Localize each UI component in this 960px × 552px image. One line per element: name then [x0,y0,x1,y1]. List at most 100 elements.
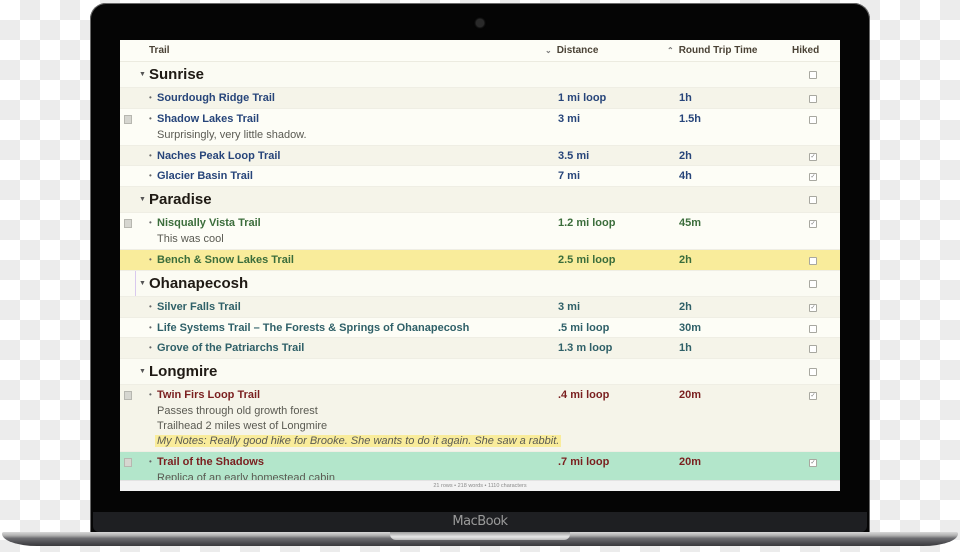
group-row-sunrise[interactable]: ▼ Sunrise [120,62,840,88]
trail-time: 45m [679,217,702,229]
column-header-hiked[interactable]: Hiked [792,45,819,56]
bullet-icon: • [149,323,152,332]
hiked-checkbox[interactable] [809,368,817,376]
laptop-chin: MacBook [93,512,867,532]
hiked-checkbox-checked[interactable]: ✓ [809,392,817,400]
trail-distance: 1.2 mi loop [558,217,616,229]
group-row-ohanapecosh[interactable]: ▼ Ohanapecosh [120,271,840,297]
note-icon[interactable] [124,115,132,124]
trail-time: 1h [679,92,692,104]
trail-distance: .4 mi loop [558,389,610,401]
my-notes[interactable]: My Notes: Really good hike for Brooke. S… [155,435,562,447]
hiked-checkbox[interactable] [809,116,817,124]
trail-name: Twin Firs Loop Trail [157,389,261,401]
disclosure-triangle-icon[interactable]: ▼ [139,196,146,203]
note-icon[interactable] [124,391,132,400]
group-row-longmire[interactable]: ▼ Longmire [120,359,840,385]
trail-distance: .5 mi loop [558,322,610,334]
bullet-icon: • [149,343,152,352]
trail-distance: 1.3 m loop [558,342,613,354]
bullet-icon: • [149,93,152,102]
disclosure-triangle-icon[interactable]: ▼ [139,280,146,287]
sort-descending-icon: ⌄ [545,46,552,55]
trail-row[interactable]: • Glacier Basin Trail 7 mi 4h ✓ [120,166,840,187]
trail-time: 2h [679,150,692,162]
group-title: Longmire [149,363,218,380]
trail-name: Naches Peak Loop Trail [157,150,281,162]
disclosure-triangle-icon[interactable]: ▼ [139,71,146,78]
trail-time: 1.5h [679,113,702,125]
group-row-paradise[interactable]: ▼ Paradise [120,187,840,213]
trail-time: 20m [679,456,702,468]
hiked-checkbox[interactable] [809,196,817,204]
trail-distance: 7 mi [558,170,581,182]
bullet-icon: • [149,114,152,123]
trail-distance: 3 mi [558,301,581,313]
trail-row[interactable]: • Sourdough Ridge Trail 1 mi loop 1h [120,88,840,109]
trail-row[interactable]: • Shadow Lakes Trail Surprisingly, very … [120,109,840,146]
bullet-icon: • [149,218,152,227]
bullet-icon: • [149,171,152,180]
hiked-checkbox-checked[interactable]: ✓ [809,153,817,161]
trail-name: Nisqually Vista Trail [157,217,261,229]
bullet-icon: • [149,457,152,466]
trail-name: Grove of the Patriarchs Trail [157,342,305,354]
status-bar: 21 rows • 218 words • 1110 characters [120,480,840,491]
trail-name: Life Systems Trail – The Forests & Sprin… [157,322,470,334]
camera-icon [476,19,484,27]
trail-row[interactable]: • Twin Firs Loop Trail Passes through ol… [120,385,840,452]
note-icon[interactable] [124,458,132,467]
column-header-distance[interactable]: ⌄ Distance [545,45,598,56]
trail-name: Trail of the Shadows [157,456,264,468]
hiked-checkbox-checked[interactable]: ✓ [809,304,817,312]
trail-time: 30m [679,322,702,334]
trail-time: 2h [679,254,692,266]
trail-distance: 2.5 mi loop [558,254,616,266]
trail-distance: 3 mi [558,113,581,125]
hiked-checkbox-checked[interactable]: ✓ [809,173,817,181]
group-title: Sunrise [149,66,205,83]
bullet-icon: • [149,302,152,311]
trail-note[interactable]: This was cool [157,233,224,245]
trail-row[interactable]: • Nisqually Vista Trail This was cool 1.… [120,213,840,250]
trail-name: Silver Falls Trail [157,301,241,313]
trail-note[interactable]: Passes through old growth forest [157,405,318,417]
hiked-checkbox[interactable] [809,280,817,288]
trail-name: Shadow Lakes Trail [157,113,260,125]
hiked-checkbox-checked[interactable]: ✓ [809,459,817,467]
hiked-checkbox[interactable] [809,345,817,353]
trail-row-highlighted[interactable]: • Bench & Snow Lakes Trail 2.5 mi loop 2… [120,250,840,271]
trail-time: 4h [679,170,692,182]
column-header-trail[interactable]: Trail [149,45,170,56]
column-header-row: Trail ⌄ Distance ⌃ Round Trip Time Hiked [120,40,840,62]
selection-indicator [135,271,136,296]
hiked-checkbox[interactable] [809,325,817,333]
trail-row[interactable]: • Silver Falls Trail 3 mi 2h ✓ [120,297,840,318]
group-title: Paradise [149,191,212,208]
hiked-checkbox-checked[interactable]: ✓ [809,220,817,228]
trail-row[interactable]: • Life Systems Trail – The Forests & Spr… [120,318,840,338]
laptop-hinge-notch [390,532,570,540]
trail-row[interactable]: • Naches Peak Loop Trail 3.5 mi 2h ✓ [120,146,840,166]
bullet-icon: • [149,151,152,160]
brand-label: MacBook [452,514,508,529]
trail-name: Glacier Basin Trail [157,170,253,182]
trail-distance: .7 mi loop [558,456,610,468]
outline-document: Trail ⌄ Distance ⌃ Round Trip Time Hiked ▼… [120,40,840,491]
hiked-checkbox[interactable] [809,71,817,79]
sort-ascending-icon: ⌃ [667,46,674,55]
group-title: Ohanapecosh [149,275,249,292]
trail-name: Bench & Snow Lakes Trail [157,254,294,266]
trail-time: 20m [679,389,702,401]
disclosure-triangle-icon[interactable]: ▼ [139,368,146,375]
trail-note[interactable]: Trailhead 2 miles west of Longmire [157,420,327,432]
trail-note[interactable]: Surprisingly, very little shadow. [157,129,307,141]
trail-distance: 1 mi loop [558,92,607,104]
column-header-round-trip-time[interactable]: ⌃ Round Trip Time [667,45,757,56]
trail-row[interactable]: • Grove of the Patriarchs Trail 1.3 m lo… [120,338,840,359]
trail-time: 1h [679,342,692,354]
hiked-checkbox[interactable] [809,95,817,103]
hiked-checkbox[interactable] [809,257,817,265]
trail-distance: 3.5 mi [558,150,590,162]
note-icon[interactable] [124,219,132,228]
